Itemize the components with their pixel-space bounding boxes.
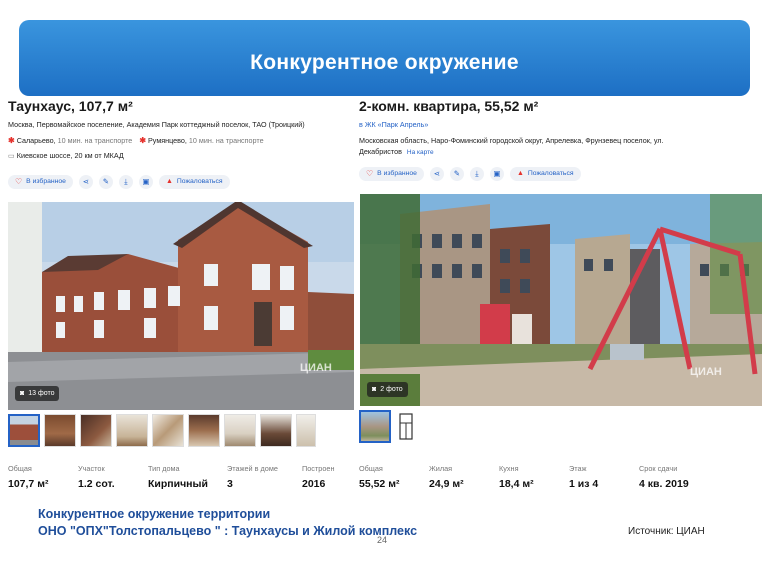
download-icon: ⤓ <box>475 168 479 178</box>
floorplan-icon <box>399 413 413 440</box>
favorite-button[interactable]: ♡ В избранное <box>359 166 424 181</box>
header-banner: Конкурентное окружение <box>19 20 750 96</box>
source-note: Источник: ЦИАН <box>628 526 705 537</box>
edit-button[interactable]: ✎ <box>449 166 464 181</box>
thumbnail[interactable] <box>359 410 391 443</box>
action-bar: ♡ В избранное ⋖ ✎ ⤓ ▣ ▲ Пожаловаться <box>8 174 230 189</box>
listing-address: Московская область, Наро-Фоминский город… <box>359 136 664 145</box>
listing-title[interactable]: Таунхаус, 107,7 м² <box>8 98 133 114</box>
pencil-icon: ✎ <box>102 177 110 186</box>
metro-station[interactable]: ✱ Румянцево, 10 мин. на транспорте <box>139 136 263 145</box>
thumbnail[interactable] <box>152 414 184 447</box>
stat-floor: Этаж 1 из 4 <box>569 464 599 490</box>
download-button[interactable]: ⤓ <box>118 174 133 189</box>
listing-stats: Общая 55,52 м² Жилая 24,9 м² Кухня 18,4 … <box>359 464 709 490</box>
banner-title: Конкурентное окружение <box>250 51 519 74</box>
heart-icon: ♡ <box>366 169 374 178</box>
highway-icon: ▭ <box>8 151 15 160</box>
camera-icon: ◙ <box>372 386 377 393</box>
townhouse-image <box>8 202 354 410</box>
print-icon: ▣ <box>142 177 150 186</box>
heart-icon: ♡ <box>15 177 23 186</box>
stat-area: Общая 107,7 м² <box>8 464 49 490</box>
caption-line-1: Конкурентное окружение территории <box>38 507 271 521</box>
camera-icon: ◙ <box>20 390 25 397</box>
listing-address-line2: Декабристов На карте <box>359 147 434 156</box>
floorplan-thumbnail[interactable] <box>395 410 417 443</box>
print-button[interactable]: ▣ <box>138 174 153 189</box>
print-icon: ▣ <box>493 169 501 178</box>
thumbnail[interactable] <box>224 414 256 447</box>
stat-living-area: Жилая 24,9 м² <box>429 464 464 490</box>
metro-stations: ✱ Саларьево, 10 мин. на транспорте ✱ Рум… <box>8 136 269 145</box>
download-icon: ⤓ <box>124 176 128 186</box>
warning-icon: ▲ <box>165 178 173 185</box>
thumbnail[interactable] <box>188 414 220 447</box>
watermark: ЦИАН <box>690 366 722 378</box>
thumbnail[interactable] <box>116 414 148 447</box>
pencil-icon: ✎ <box>453 169 461 178</box>
listing-stats: Общая 107,7 м² Участок 1.2 сот. Тип дома… <box>8 464 352 490</box>
caption-line-2: ОНО "ОПХ"Толстопальцево " : Таунхаусы и … <box>38 524 418 538</box>
highway-info: ▭ Киевское шоссе, 20 км от МКАД <box>8 151 124 160</box>
address-text[interactable]: Москва, Первомайское поселение, Академия… <box>8 120 305 129</box>
metro-icon: ✱ <box>139 136 147 145</box>
edit-button[interactable]: ✎ <box>98 174 113 189</box>
stat-plot: Участок 1.2 сот. <box>78 464 115 490</box>
action-bar: ♡ В избранное ⋖ ✎ ⤓ ▣ ▲ Пожаловаться <box>359 166 581 181</box>
share-button[interactable]: ⋖ <box>78 174 93 189</box>
stat-house-type: Тип дома Кирпичный <box>148 464 208 490</box>
warning-icon: ▲ <box>516 170 524 177</box>
listing-title[interactable]: 2-комн. квартира, 55,52 м² <box>359 98 538 114</box>
complex-link[interactable]: в ЖК «Парк Апрель» <box>359 120 428 129</box>
listing-photo[interactable]: ЦИАН ◙ 13 фото <box>8 202 354 410</box>
photo-count-badge[interactable]: ◙ 2 фото <box>367 382 408 397</box>
metro-icon: ✱ <box>8 136 15 145</box>
metro-station[interactable]: ✱ Саларьево, 10 мин. на транспорте <box>8 136 132 145</box>
thumbnail[interactable] <box>296 414 316 447</box>
share-button[interactable]: ⋖ <box>429 166 444 181</box>
thumbnail[interactable] <box>8 414 40 447</box>
stat-area: Общая 55,52 м² <box>359 464 400 490</box>
favorite-button[interactable]: ♡ В избранное <box>8 174 73 189</box>
report-button[interactable]: ▲ Пожаловаться <box>158 174 230 189</box>
photo-count-badge[interactable]: ◙ 13 фото <box>15 386 60 401</box>
listing-photo[interactable]: ЦИАН ◙ 2 фото <box>360 194 762 406</box>
thumbnail-strip <box>8 414 316 447</box>
print-button[interactable]: ▣ <box>489 166 504 181</box>
share-icon: ⋖ <box>433 169 441 178</box>
download-button[interactable]: ⤓ <box>469 166 484 181</box>
thumbnail[interactable] <box>44 414 76 447</box>
stat-completion: Срок сдачи 4 кв. 2019 <box>639 464 689 490</box>
stat-built: Построен 2016 <box>302 464 335 490</box>
report-button[interactable]: ▲ Пожаловаться <box>509 166 581 181</box>
stat-floors: Этажей в доме 3 <box>227 464 278 490</box>
stat-kitchen: Кухня 18,4 м² <box>499 464 534 490</box>
slide-caption: Конкурентное окружение территории ОНО "О… <box>38 506 417 540</box>
listing-address: Москва, Первомайское поселение, Академия… <box>8 120 305 129</box>
map-link[interactable]: На карте <box>407 149 434 156</box>
thumbnail[interactable] <box>80 414 112 447</box>
page-number: 24 <box>377 535 388 545</box>
share-icon: ⋖ <box>82 177 90 186</box>
watermark: ЦИАН <box>300 362 332 374</box>
thumbnail[interactable] <box>260 414 292 447</box>
thumbnail-strip <box>359 410 417 443</box>
